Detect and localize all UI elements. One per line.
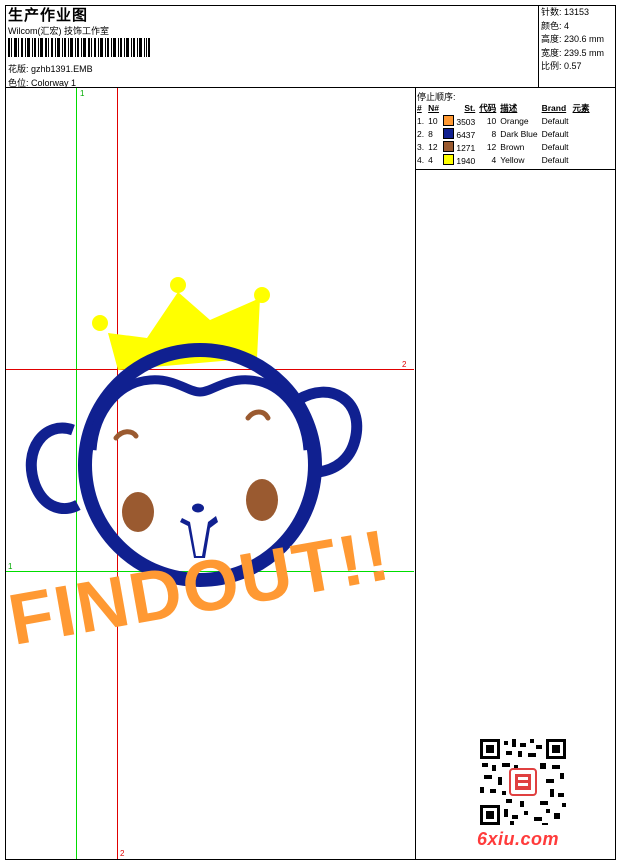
guide-label-v1: 1	[80, 89, 85, 98]
site-watermark: 6xiu.com	[477, 829, 560, 849]
guide-label-h1: 1	[8, 562, 13, 571]
guide-label-h2: 2	[402, 360, 407, 369]
design-text: FINDOUT!!	[3, 515, 397, 661]
monkey-eyes	[113, 409, 271, 441]
guide-label-v2: 2	[120, 849, 125, 858]
qr-code	[480, 739, 566, 825]
design-canvas: FINDOUT!! 1 2 1 2	[3, 88, 414, 859]
